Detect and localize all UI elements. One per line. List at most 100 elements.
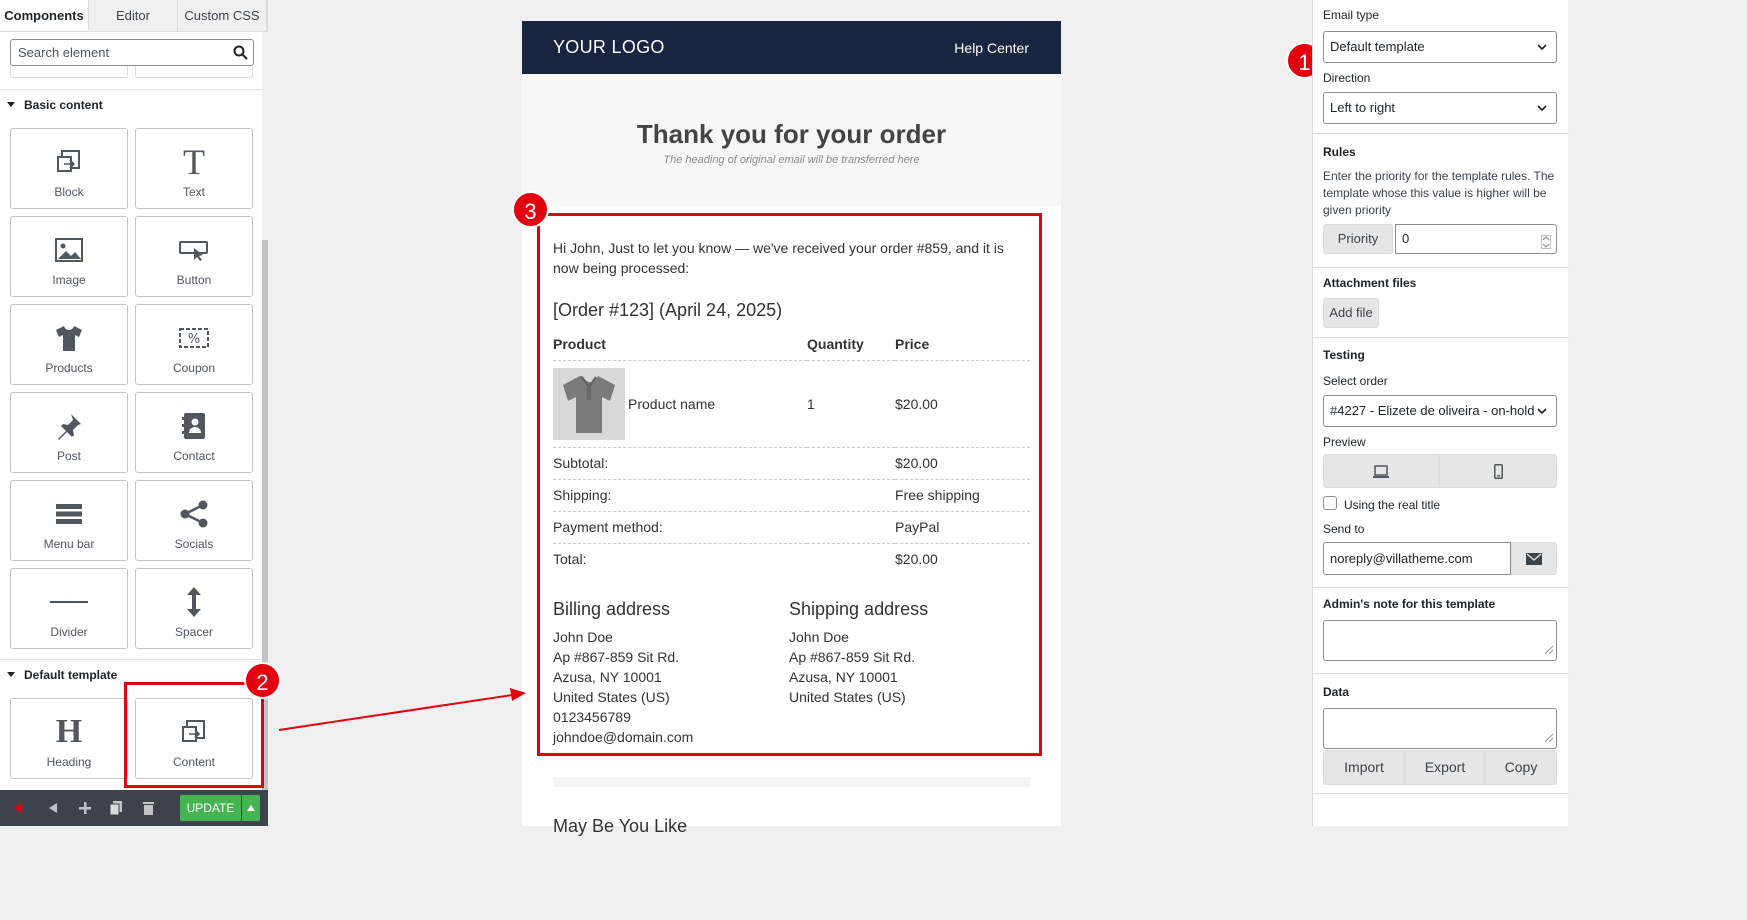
select-order-label: Select order bbox=[1323, 374, 1388, 388]
divider bbox=[1313, 337, 1569, 338]
tile-label: Divider bbox=[50, 625, 88, 639]
direction-select[interactable]: Left to right bbox=[1323, 92, 1557, 124]
help-center-link[interactable]: Help Center bbox=[954, 40, 1029, 56]
priority-input[interactable]: 0 bbox=[1395, 224, 1557, 254]
update-options-button[interactable] bbox=[242, 795, 260, 821]
preview-mobile-button[interactable] bbox=[1439, 454, 1557, 488]
divider-icon bbox=[11, 585, 127, 619]
tile-stub bbox=[10, 66, 128, 78]
envelope-icon bbox=[1526, 553, 1542, 568]
email-type-select[interactable]: Default template bbox=[1323, 31, 1557, 63]
component-button[interactable]: Button bbox=[135, 216, 253, 297]
annotation-box-3 bbox=[537, 213, 1042, 756]
send-email-button[interactable] bbox=[1511, 542, 1557, 575]
resize-grip-icon[interactable] bbox=[1544, 732, 1554, 746]
priority-value: 0 bbox=[1402, 231, 1410, 246]
send-to-label: Send to bbox=[1323, 522, 1365, 536]
heading-icon: H bbox=[55, 713, 83, 750]
tab-custom-css[interactable]: Custom CSS bbox=[178, 0, 267, 31]
email-header[interactable]: YOUR LOGO Help Center bbox=[522, 21, 1061, 74]
tile-label: Spacer bbox=[174, 625, 214, 639]
duplicate-icon[interactable] bbox=[101, 790, 131, 826]
desktop-icon bbox=[1373, 465, 1389, 481]
attachment-label: Attachment files bbox=[1323, 276, 1417, 290]
annotation-badge-2: 2 bbox=[244, 662, 281, 699]
priority-label: Priority bbox=[1323, 224, 1393, 254]
tile-label: Text bbox=[182, 185, 205, 199]
mobile-icon bbox=[1493, 464, 1503, 482]
back-icon[interactable] bbox=[38, 790, 68, 826]
import-button[interactable]: Import bbox=[1323, 750, 1405, 785]
component-menu-bar[interactable]: Menu bar bbox=[10, 480, 128, 561]
spacer-icon bbox=[136, 585, 252, 619]
divider bbox=[1313, 267, 1569, 268]
tab-editor[interactable]: Editor bbox=[89, 0, 178, 31]
component-image[interactable]: Image bbox=[10, 216, 128, 297]
component-spacer[interactable]: Spacer bbox=[135, 568, 253, 649]
email-heading-block[interactable]: Thank you for your order The heading of … bbox=[522, 74, 1061, 206]
section-title: Basic content bbox=[24, 98, 103, 112]
admin-note-textarea[interactable] bbox=[1323, 620, 1557, 661]
preview-desktop-button[interactable] bbox=[1323, 454, 1439, 488]
bottom-toolbar: UPDATE bbox=[0, 790, 268, 826]
email-subtitle: The heading of original email will be tr… bbox=[663, 154, 920, 166]
add-file-button[interactable]: Add file bbox=[1323, 298, 1379, 328]
collapse-icon bbox=[7, 102, 15, 107]
order-select[interactable]: #4227 - Elizete de oliveira - on-hold bbox=[1323, 395, 1557, 427]
select-value: Default template bbox=[1330, 39, 1425, 54]
coupon-icon: % bbox=[136, 321, 252, 355]
rules-description: Enter the priority for the template rule… bbox=[1323, 169, 1555, 217]
stepper-icon[interactable] bbox=[1541, 231, 1551, 259]
add-icon[interactable] bbox=[70, 790, 100, 826]
component-text[interactable]: T Text bbox=[135, 128, 253, 209]
tile-label: Image bbox=[52, 273, 86, 287]
component-divider[interactable]: Divider bbox=[10, 568, 128, 649]
divider bbox=[1313, 587, 1569, 588]
svg-text:%: % bbox=[188, 332, 200, 347]
tile-label: Products bbox=[45, 361, 93, 375]
update-button[interactable]: UPDATE bbox=[180, 795, 241, 821]
copy-button[interactable]: Copy bbox=[1485, 750, 1557, 785]
component-block[interactable]: Block bbox=[10, 128, 128, 209]
tile-label: Contact bbox=[173, 449, 215, 463]
component-coupon[interactable]: % Coupon bbox=[135, 304, 253, 385]
divider bbox=[1313, 133, 1569, 134]
tab-components[interactable]: Components bbox=[0, 0, 89, 31]
admin-note-label: Admin's note for this template bbox=[1323, 597, 1496, 611]
tshirt-icon bbox=[11, 321, 127, 355]
spacer-block[interactable] bbox=[553, 777, 1030, 787]
data-textarea[interactable] bbox=[1323, 708, 1557, 749]
tile-label: Coupon bbox=[172, 361, 216, 375]
share-icon bbox=[136, 497, 252, 531]
export-button[interactable]: Export bbox=[1405, 750, 1485, 785]
component-post[interactable]: Post bbox=[10, 392, 128, 473]
divider bbox=[1313, 793, 1569, 794]
component-products[interactable]: Products bbox=[10, 304, 128, 385]
resize-grip-icon[interactable] bbox=[1544, 644, 1554, 658]
collapse-panel-icon[interactable] bbox=[3, 790, 33, 826]
search-input[interactable] bbox=[11, 40, 221, 65]
send-to-value: noreply@villatheme.com bbox=[1330, 551, 1473, 566]
testing-label: Testing bbox=[1323, 348, 1365, 362]
section-basic-content[interactable]: Basic content bbox=[0, 89, 262, 119]
email-logo: YOUR LOGO bbox=[553, 37, 665, 57]
tile-label: Post bbox=[56, 449, 81, 463]
text-icon: T bbox=[183, 142, 205, 182]
pin-icon bbox=[11, 409, 127, 443]
annotation-badge-3: 3 bbox=[512, 191, 549, 228]
rules-label: Rules bbox=[1323, 145, 1356, 159]
search-icon[interactable] bbox=[233, 45, 248, 65]
image-icon bbox=[11, 233, 127, 267]
component-heading[interactable]: H Heading bbox=[10, 698, 128, 779]
component-contact[interactable]: Contact bbox=[135, 392, 253, 473]
trash-icon[interactable] bbox=[133, 790, 163, 826]
real-title-checkbox[interactable] bbox=[1323, 496, 1337, 510]
component-socials[interactable]: Socials bbox=[135, 480, 253, 561]
contact-icon bbox=[136, 409, 252, 443]
tile-label: Button bbox=[176, 273, 212, 287]
section-title: Default template bbox=[24, 668, 118, 682]
maybe-like-heading: May Be You Like bbox=[553, 816, 688, 836]
data-label: Data bbox=[1323, 685, 1350, 699]
menu-icon bbox=[11, 497, 127, 531]
send-to-input[interactable]: noreply@villatheme.com bbox=[1323, 542, 1511, 575]
